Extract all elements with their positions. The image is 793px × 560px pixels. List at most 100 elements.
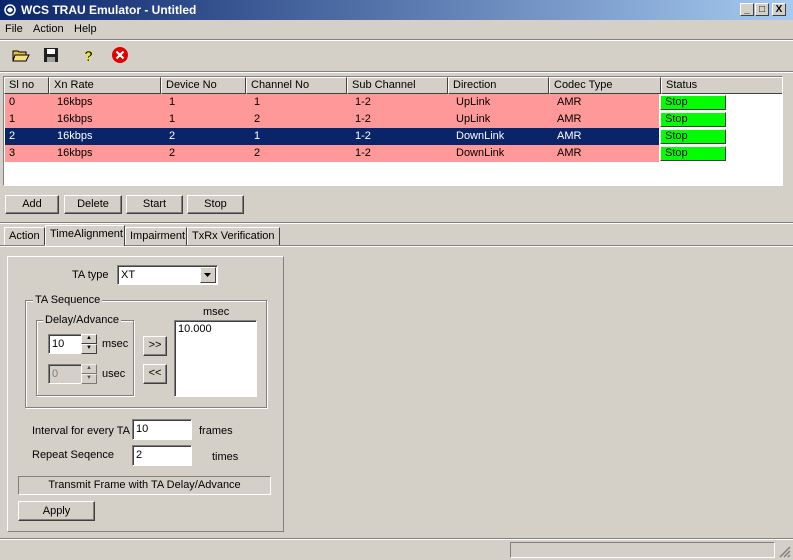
minimize-button[interactable]: _ (740, 3, 754, 16)
cell-rate: 16kbps (57, 96, 93, 108)
cell-codec: AMR (557, 147, 582, 159)
status-pane (510, 542, 775, 558)
cell-slno: 2 (9, 130, 16, 142)
delay-advance-group (36, 320, 134, 396)
chevron-down-icon (204, 273, 211, 277)
table-row[interactable]: 2 16kbps 2 1 1-2 DownLink AMR (5, 128, 659, 145)
app-icon (4, 4, 16, 16)
add-button[interactable]: Add (5, 195, 59, 214)
spin-down-icon[interactable]: ▼ (81, 344, 97, 354)
cell-sub: 1-2 (355, 113, 371, 125)
close-button[interactable]: X (772, 3, 786, 16)
msec-spinner[interactable]: ▲ ▼ (81, 334, 97, 354)
column-header-direction[interactable]: Direction (448, 77, 549, 94)
toolbar-separator (0, 71, 793, 73)
status-stop-button[interactable]: Stop (660, 112, 726, 127)
cell-direction: DownLink (456, 147, 505, 159)
save-disk-icon (44, 48, 58, 62)
column-header-device-no[interactable]: Device No (161, 77, 246, 94)
cell-direction: UpLink (456, 113, 491, 125)
ta-sequence-legend: TA Sequence (33, 294, 103, 306)
menu-bar: File Action Help (0, 21, 793, 39)
sequence-list[interactable]: 10.000 (174, 320, 257, 397)
statusbar-separator (0, 538, 793, 540)
window-title: WCS TRAU Emulator - Untitled (21, 3, 197, 17)
cell-device: 2 (169, 130, 176, 142)
tab-txrx-verification[interactable]: TxRx Verification (187, 227, 280, 245)
ta-type-value: XT (121, 269, 136, 281)
cell-device: 2 (169, 147, 176, 159)
menu-action[interactable]: Action (33, 23, 64, 35)
svg-text:?: ? (84, 48, 93, 64)
cell-channel: 2 (254, 113, 261, 125)
cell-sub: 1-2 (355, 147, 371, 159)
usec-spinner[interactable]: ▲ ▼ (81, 364, 97, 384)
delete-button[interactable]: Delete (64, 195, 122, 214)
cell-sub: 1-2 (355, 96, 371, 108)
tab-impairment[interactable]: Impairment (125, 227, 187, 245)
stop-all-button[interactable]: Stop (187, 195, 244, 214)
maximize-button[interactable]: □ (755, 3, 769, 16)
usec-input[interactable]: 0 (48, 364, 82, 384)
menu-file[interactable]: File (5, 23, 23, 35)
status-stop-button[interactable]: Stop (660, 129, 726, 144)
cell-device: 1 (169, 113, 176, 125)
usec-label: usec (102, 368, 126, 380)
open-folder-icon (12, 50, 30, 62)
interval-input[interactable]: 10 (132, 419, 192, 440)
tab-timealignment[interactable]: TimeAlignment (45, 225, 125, 246)
delay-advance-legend: Delay/Advance (43, 314, 121, 326)
table-row[interactable]: 3 16kbps 2 2 1-2 DownLink AMR (5, 145, 659, 162)
add-to-sequence-button[interactable]: >> (143, 336, 167, 356)
spin-down-icon[interactable]: ▼ (81, 374, 97, 384)
cell-slno: 1 (9, 113, 16, 125)
tab-action[interactable]: Action (4, 227, 45, 245)
cell-sub: 1-2 (355, 130, 371, 142)
apply-button[interactable]: Apply (18, 501, 95, 521)
ta-type-select[interactable]: XT (117, 265, 218, 285)
stop-button[interactable] (107, 42, 133, 68)
channel-table[interactable]: Sl no Xn Rate Device No Channel No Sub C… (3, 76, 783, 186)
column-header-channel-no[interactable]: Channel No (246, 77, 347, 94)
sequence-list-header: msec (203, 306, 230, 318)
column-header-status[interactable]: Status (661, 77, 782, 94)
cell-slno: 3 (9, 147, 16, 159)
repeat-input[interactable]: 2 (132, 445, 192, 466)
stop-icon (112, 47, 128, 63)
cell-channel: 1 (254, 130, 261, 142)
msec-input[interactable]: 10 (48, 334, 82, 354)
open-button[interactable] (8, 42, 34, 68)
spin-up-icon[interactable]: ▲ (81, 334, 97, 344)
table-row[interactable]: 0 16kbps 1 1 1-2 UpLink AMR (5, 94, 659, 111)
save-button[interactable] (38, 42, 64, 68)
help-icon: ? (84, 48, 94, 64)
cell-device: 1 (169, 96, 176, 108)
dropdown-arrow-button[interactable] (200, 267, 216, 283)
column-header-sub-channel[interactable]: Sub Channel (347, 77, 448, 94)
list-item[interactable]: 10.000 (178, 322, 256, 336)
spin-up-icon[interactable]: ▲ (81, 364, 97, 374)
menu-help[interactable]: Help (74, 23, 97, 35)
start-button[interactable]: Start (126, 195, 183, 214)
cell-codec: AMR (557, 96, 582, 108)
column-header-slno[interactable]: Sl no (4, 77, 49, 94)
help-button[interactable]: ? (76, 42, 102, 68)
status-stop-button[interactable]: Stop (660, 95, 726, 110)
table-row[interactable]: 1 16kbps 1 2 1-2 UpLink AMR (5, 111, 659, 128)
cell-codec: AMR (557, 130, 582, 142)
cell-codec: AMR (557, 113, 582, 125)
cell-channel: 2 (254, 147, 261, 159)
title-bar: WCS TRAU Emulator - Untitled _ □ X (0, 0, 793, 20)
resize-grip-icon[interactable] (777, 544, 791, 558)
interval-label: Interval for every TA (32, 425, 131, 437)
cell-direction: UpLink (456, 96, 491, 108)
menu-separator (0, 39, 793, 41)
cell-slno: 0 (9, 96, 16, 108)
cell-rate: 16kbps (57, 130, 93, 142)
remove-from-sequence-button[interactable]: << (143, 364, 167, 384)
msec-label: msec (102, 338, 129, 350)
column-header-codec-type[interactable]: Codec Type (549, 77, 661, 94)
splitter[interactable] (0, 222, 793, 224)
column-header-xn-rate[interactable]: Xn Rate (49, 77, 161, 94)
status-stop-button[interactable]: Stop (660, 146, 726, 161)
